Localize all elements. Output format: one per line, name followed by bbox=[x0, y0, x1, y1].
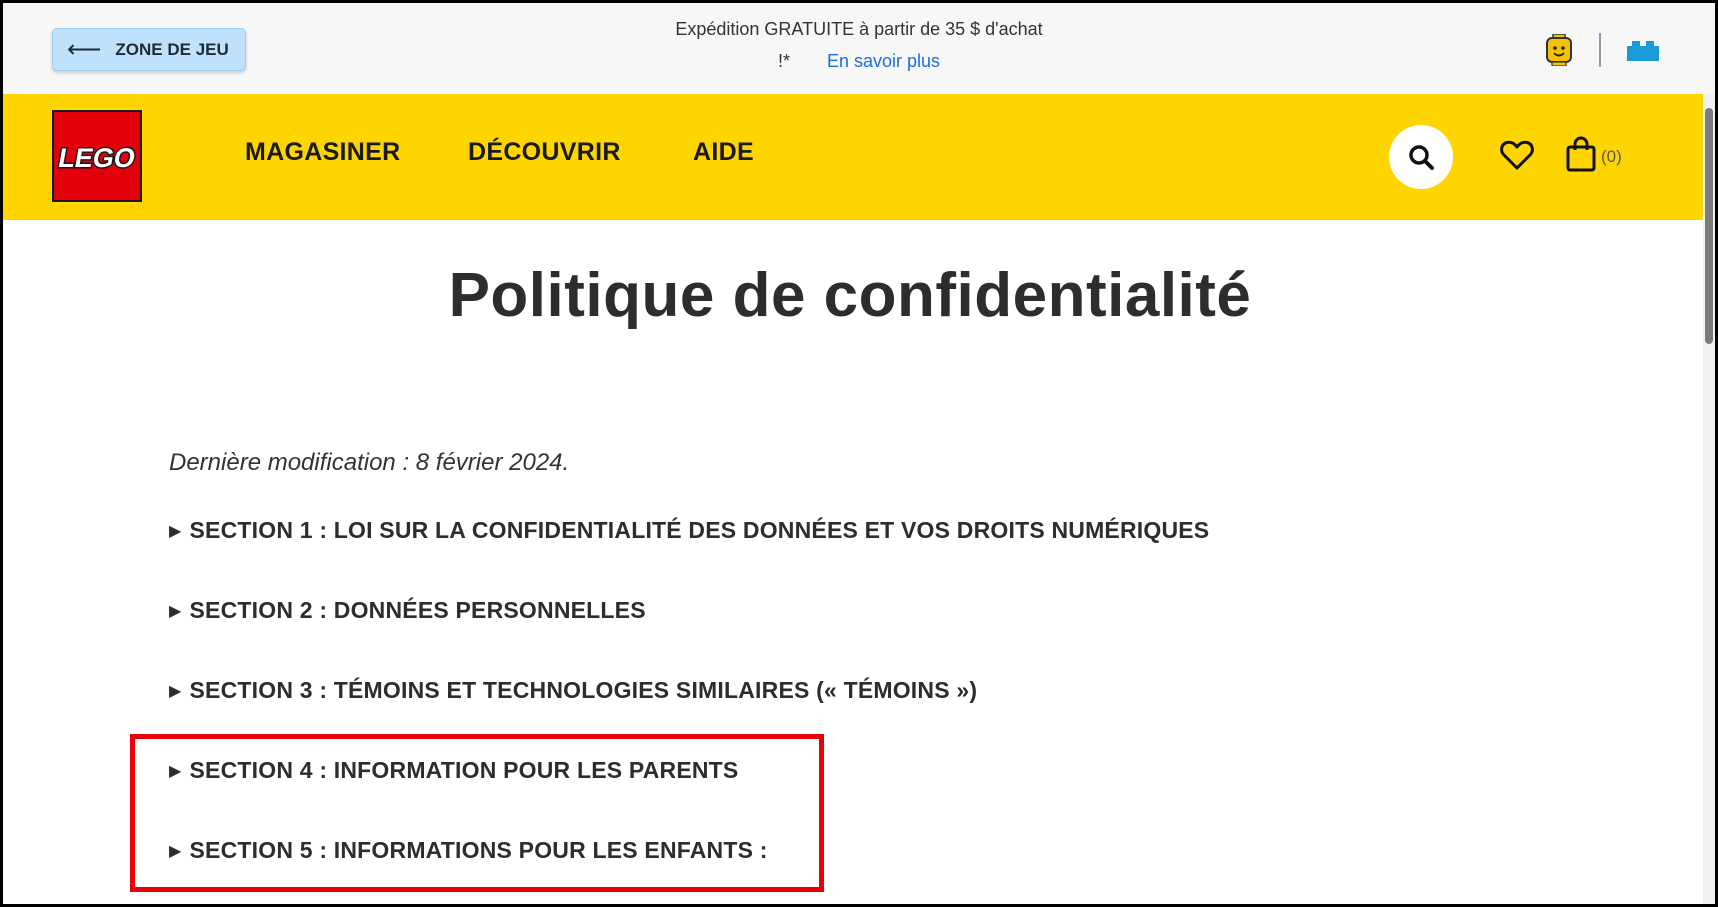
utility-bar: ⟵ ZONE DE JEU Expédition GRATUITE à part… bbox=[3, 3, 1715, 94]
section-3-label: SECTION 3 : TÉMOINS ET TECHNOLOGIES SIMI… bbox=[189, 677, 978, 703]
lego-logo[interactable]: LEGO bbox=[52, 110, 142, 202]
utility-divider bbox=[1599, 33, 1601, 67]
expand-triangle-icon: ▶ bbox=[169, 523, 182, 540]
section-1-toggle[interactable]: ▶ SECTION 1 : LOI SUR LA CONFIDENTIALITÉ … bbox=[169, 517, 1209, 544]
learn-more-link[interactable]: En savoir plus bbox=[827, 51, 940, 71]
search-button[interactable] bbox=[1389, 125, 1453, 189]
section-1-label: SECTION 1 : LOI SUR LA CONFIDENTIALITÉ D… bbox=[189, 517, 1210, 543]
svg-text:LEGO: LEGO bbox=[56, 142, 138, 173]
promo-text-line2: !* En savoir plus bbox=[3, 51, 1715, 72]
section-3-toggle[interactable]: ▶ SECTION 3 : TÉMOINS ET TECHNOLOGIES SIM… bbox=[169, 677, 977, 704]
promo-text: Expédition GRATUITE à partir de 35 $ d'a… bbox=[675, 19, 1043, 39]
nav-item-decouvrir[interactable]: DÉCOUVRIR bbox=[468, 138, 621, 167]
nav-item-magasiner[interactable]: MAGASINER bbox=[245, 138, 400, 167]
expand-triangle-icon: ▶ bbox=[169, 603, 182, 620]
heart-icon[interactable] bbox=[1500, 139, 1534, 171]
section-2-label: SECTION 2 : DONNÉES PERSONNELLES bbox=[189, 597, 646, 623]
promo-text-suffix: !* bbox=[777, 51, 790, 71]
expand-triangle-icon: ▶ bbox=[169, 683, 182, 700]
minifigure-head-icon[interactable] bbox=[1545, 34, 1573, 66]
shopping-bag-icon[interactable] bbox=[1566, 136, 1596, 172]
nav-item-aide[interactable]: AIDE bbox=[693, 138, 754, 167]
page-title: Politique de confidentialité bbox=[448, 261, 1252, 330]
section-4-toggle[interactable]: ▶ SECTION 4 : INFORMATION POUR LES PARENT… bbox=[169, 757, 738, 784]
section-5-label: SECTION 5 : INFORMATIONS POUR LES ENFANT… bbox=[189, 837, 768, 863]
scrollbar-thumb[interactable] bbox=[1705, 108, 1713, 344]
expand-triangle-icon: ▶ bbox=[169, 763, 182, 780]
section-5-toggle[interactable]: ▶ SECTION 5 : INFORMATIONS POUR LES ENFAN… bbox=[169, 837, 768, 864]
lego-brick-icon[interactable] bbox=[1627, 41, 1659, 61]
lego-logo-mark: LEGO bbox=[55, 141, 140, 175]
section-4-label: SECTION 4 : INFORMATION POUR LES PARENTS bbox=[189, 757, 739, 783]
search-icon bbox=[1409, 145, 1434, 170]
main-navigation: LEGO MAGASINER DÉCOUVRIR AIDE (0) bbox=[3, 94, 1703, 220]
bag-count: (0) bbox=[1601, 147, 1622, 166]
expand-triangle-icon: ▶ bbox=[169, 843, 182, 860]
section-2-toggle[interactable]: ▶ SECTION 2 : DONNÉES PERSONNELLES bbox=[169, 597, 646, 624]
last-modified-date: Dernière modification : 8 février 2024. bbox=[169, 449, 570, 476]
